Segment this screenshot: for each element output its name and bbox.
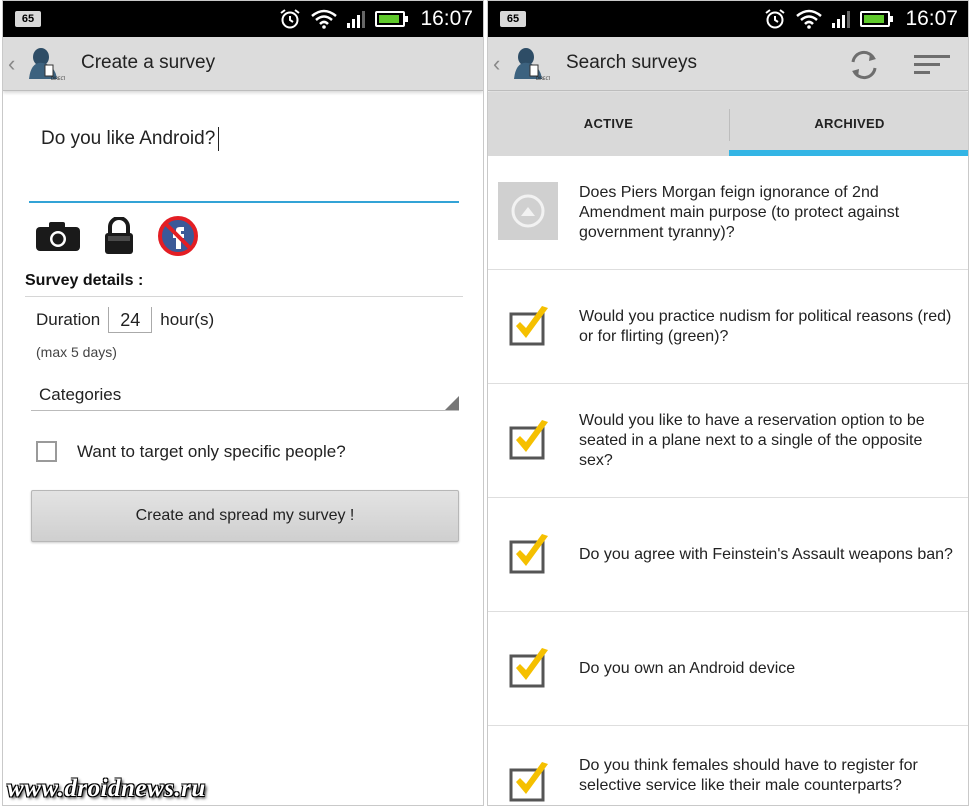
duration-max-note: (max 5 days) bbox=[36, 344, 117, 360]
sort-menu-icon[interactable] bbox=[914, 53, 950, 77]
refresh-icon[interactable] bbox=[848, 49, 880, 81]
checkmark-icon bbox=[509, 762, 548, 802]
survey-question: Would you practice nudism for political … bbox=[579, 307, 952, 345]
duration-unit: hour(s) bbox=[160, 310, 215, 329]
list-item[interactable]: Do you agree with Feinstein's Assault we… bbox=[488, 498, 968, 612]
duration-input[interactable]: 24 bbox=[108, 307, 153, 333]
list-item[interactable]: Would you practice nudism for political … bbox=[488, 270, 968, 384]
survey-question-input[interactable]: Do you like Android? bbox=[29, 117, 459, 203]
target-people-row[interactable]: Want to target only specific people? bbox=[36, 441, 346, 462]
list-item[interactable]: Do you own an Android device bbox=[488, 612, 968, 726]
survey-details-heading: Survey details : bbox=[25, 272, 144, 289]
alarm-icon bbox=[765, 9, 785, 29]
survey-question: Would you like to have a reservation opt… bbox=[579, 411, 925, 469]
signal-icon bbox=[347, 10, 365, 28]
signal-icon bbox=[832, 10, 850, 28]
tab-active[interactable]: ACTIVE bbox=[488, 92, 729, 156]
app-logo-icon[interactable]: DIRECT bbox=[21, 43, 65, 85]
facebook-disabled-icon[interactable] bbox=[157, 215, 199, 257]
svg-text:DIRECT: DIRECT bbox=[536, 76, 550, 81]
page-title: Create a survey bbox=[81, 52, 216, 73]
app-logo-icon[interactable]: DIRECT bbox=[506, 43, 550, 85]
lock-icon[interactable] bbox=[103, 217, 135, 255]
clock: 16:07 bbox=[420, 7, 473, 30]
search-surveys-screen: 65 16:07 ‹ DIRECT Search surveys ACTIVE … bbox=[487, 0, 969, 806]
tab-archived[interactable]: ARCHIVED bbox=[729, 92, 968, 156]
back-chevron-icon[interactable]: ‹ bbox=[8, 51, 15, 77]
list-item[interactable]: Do you think females should have to regi… bbox=[488, 726, 968, 805]
action-bar: ‹ DIRECT Search surveys bbox=[488, 37, 968, 91]
categories-label: Categories bbox=[39, 385, 122, 404]
survey-question: Does Piers Morgan feign ignorance of 2nd… bbox=[579, 183, 900, 241]
survey-question-value: Do you like Android? bbox=[41, 127, 220, 151]
status-bar: 65 16:07 bbox=[3, 1, 483, 37]
duration-label: Duration bbox=[36, 310, 101, 329]
duration-row: Duration 24 hour(s) bbox=[36, 307, 214, 333]
status-bar: 65 16:07 bbox=[488, 1, 968, 37]
notification-badge: 65 bbox=[15, 11, 41, 27]
categories-dropdown[interactable]: Categories bbox=[31, 379, 459, 411]
clock: 16:07 bbox=[905, 7, 958, 30]
image-placeholder-icon bbox=[498, 182, 558, 240]
battery-icon bbox=[375, 11, 408, 27]
checkmark-icon bbox=[509, 420, 548, 460]
watermark: www.droidnews.ru bbox=[7, 775, 206, 802]
checkmark-icon bbox=[509, 306, 548, 346]
target-people-checkbox[interactable] bbox=[36, 441, 57, 462]
list-item[interactable]: Would you like to have a reservation opt… bbox=[488, 384, 968, 498]
wifi-icon bbox=[796, 9, 822, 29]
create-survey-screen: 65 16:07 ‹ DIRECT Create a survey Do you… bbox=[2, 0, 484, 806]
dropdown-triangle-icon bbox=[445, 396, 459, 410]
alarm-icon bbox=[280, 9, 300, 29]
create-survey-button[interactable]: Create and spread my survey ! bbox=[31, 490, 459, 542]
page-title: Search surveys bbox=[566, 52, 697, 73]
checkmark-icon bbox=[509, 648, 548, 688]
tab-separator bbox=[729, 109, 730, 141]
survey-list: Does Piers Morgan feign ignorance of 2nd… bbox=[488, 156, 968, 805]
survey-question: Do you own an Android device bbox=[579, 659, 796, 677]
svg-text:DIRECT: DIRECT bbox=[51, 76, 65, 81]
target-people-label: Want to target only specific people? bbox=[77, 441, 346, 461]
divider bbox=[25, 296, 463, 297]
back-chevron-icon[interactable]: ‹ bbox=[493, 51, 500, 77]
list-item[interactable]: Does Piers Morgan feign ignorance of 2nd… bbox=[488, 156, 968, 270]
notification-badge: 65 bbox=[500, 11, 526, 27]
checkmark-icon bbox=[509, 534, 548, 574]
survey-question: Do you agree with Feinstein's Assault we… bbox=[579, 545, 953, 563]
battery-icon bbox=[860, 11, 893, 27]
wifi-icon bbox=[311, 9, 337, 29]
action-bar: ‹ DIRECT Create a survey bbox=[3, 37, 483, 91]
survey-question: Do you think females should have to regi… bbox=[579, 757, 918, 794]
camera-icon[interactable] bbox=[35, 220, 81, 252]
